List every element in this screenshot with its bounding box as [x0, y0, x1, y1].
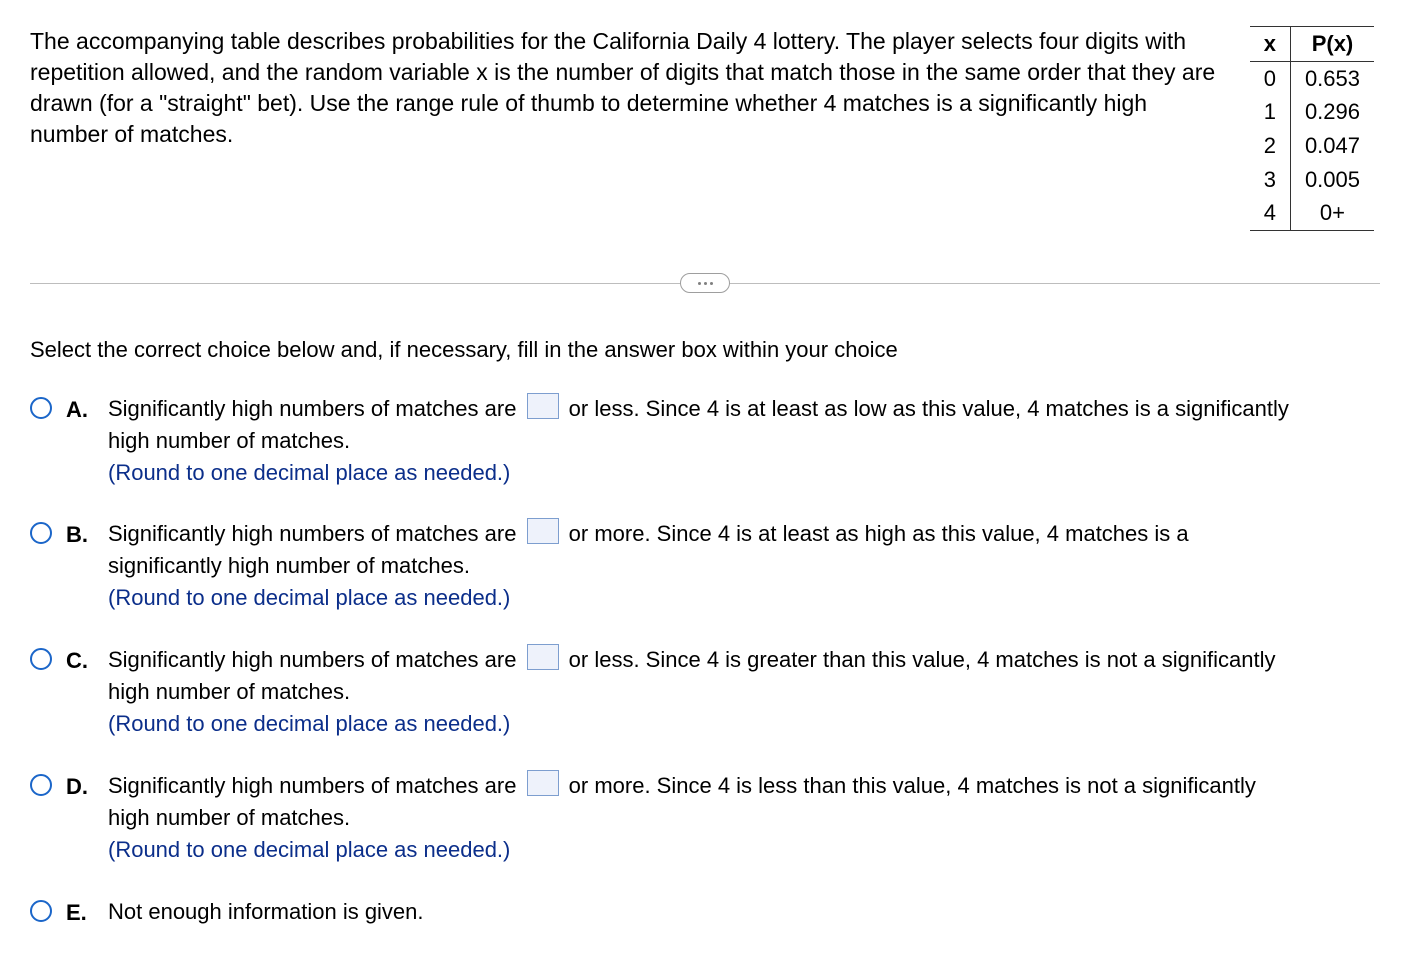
choice-body-E: Not enough information is given.	[108, 896, 424, 928]
choice-label-C: C.	[62, 644, 98, 676]
answer-instruction: Select the correct choice below and, if …	[30, 335, 1380, 365]
rounding-hint: (Round to one decimal place as needed.)	[108, 460, 510, 485]
choice-text-pre: Significantly high numbers of matches ar…	[108, 773, 523, 798]
choice-body-B: Significantly high numbers of matches ar…	[108, 518, 1298, 614]
table-row: 1 0.296	[1250, 95, 1374, 129]
table-row: 3 0.005	[1250, 163, 1374, 197]
table-cell-x: 4	[1250, 196, 1291, 230]
probability-table: x P(x) 0 0.653 1 0.296 2 0.047 3	[1250, 26, 1374, 231]
table-cell-x: 0	[1250, 61, 1291, 95]
choice-text-pre: Significantly high numbers of matches ar…	[108, 396, 523, 421]
dot-icon	[710, 282, 713, 285]
choice-text-pre: Significantly high numbers of matches ar…	[108, 521, 523, 546]
question-container: The accompanying table describes probabi…	[0, 0, 1410, 967]
choice-text-pre: Not enough information is given.	[108, 899, 424, 924]
choice-label-B: B.	[62, 518, 98, 550]
expand-toggle-button[interactable]	[680, 273, 730, 293]
radio-D[interactable]	[30, 774, 52, 796]
choice-B: B. Significantly high numbers of matches…	[30, 518, 1380, 614]
choice-text-pre: Significantly high numbers of matches ar…	[108, 647, 523, 672]
radio-A[interactable]	[30, 397, 52, 419]
question-prompt: The accompanying table describes probabi…	[30, 26, 1230, 150]
radio-C[interactable]	[30, 648, 52, 670]
answer-input-C[interactable]	[527, 644, 559, 670]
choice-body-D: Significantly high numbers of matches ar…	[108, 770, 1298, 866]
choice-label-A: A.	[62, 393, 98, 425]
answer-input-D[interactable]	[527, 770, 559, 796]
choice-label-E: E.	[62, 896, 98, 928]
table-cell-x: 2	[1250, 129, 1291, 163]
radio-B[interactable]	[30, 522, 52, 544]
table-cell-x: 1	[1250, 95, 1291, 129]
table-header-row: x P(x)	[1250, 27, 1374, 62]
table-cell-px: 0.005	[1290, 163, 1374, 197]
table-cell-px: 0.047	[1290, 129, 1374, 163]
choice-C: C. Significantly high numbers of matches…	[30, 644, 1380, 740]
rounding-hint: (Round to one decimal place as needed.)	[108, 837, 510, 862]
table-cell-px: 0+	[1290, 196, 1374, 230]
dot-icon	[698, 282, 701, 285]
rounding-hint: (Round to one decimal place as needed.)	[108, 585, 510, 610]
radio-E[interactable]	[30, 900, 52, 922]
choice-label-D: D.	[62, 770, 98, 802]
answer-input-B[interactable]	[527, 518, 559, 544]
dot-icon	[704, 282, 707, 285]
answer-choices: A. Significantly high numbers of matches…	[30, 393, 1380, 928]
choice-body-A: Significantly high numbers of matches ar…	[108, 393, 1298, 489]
table-cell-px: 0.296	[1290, 95, 1374, 129]
rounding-hint: (Round to one decimal place as needed.)	[108, 711, 510, 736]
question-top-row: The accompanying table describes probabi…	[30, 26, 1380, 231]
table-header-x: x	[1250, 27, 1291, 62]
choice-D: D. Significantly high numbers of matches…	[30, 770, 1380, 866]
table-row: 0 0.653	[1250, 61, 1374, 95]
choice-A: A. Significantly high numbers of matches…	[30, 393, 1380, 489]
table-cell-px: 0.653	[1290, 61, 1374, 95]
choice-body-C: Significantly high numbers of matches ar…	[108, 644, 1298, 740]
table-row: 4 0+	[1250, 196, 1374, 230]
choice-E: E. Not enough information is given.	[30, 896, 1380, 928]
table-row: 2 0.047	[1250, 129, 1374, 163]
answer-input-A[interactable]	[527, 393, 559, 419]
table-cell-x: 3	[1250, 163, 1291, 197]
table-header-px: P(x)	[1290, 27, 1374, 62]
